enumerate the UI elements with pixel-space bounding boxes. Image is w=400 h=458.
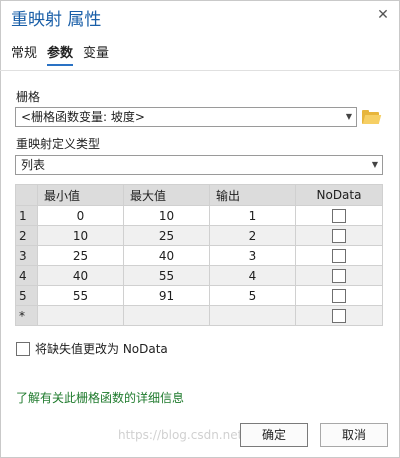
raster-combo-value: <栅格函数变量: 坡度> <box>21 110 145 124</box>
table-row: 4 40 55 4 <box>15 265 383 286</box>
cell-min[interactable]: 55 <box>37 285 124 306</box>
cell-output[interactable]: 3 <box>209 245 296 266</box>
row-header[interactable]: 3 <box>15 245 38 266</box>
row-header[interactable]: 4 <box>15 265 38 286</box>
nodata-checkbox[interactable] <box>332 228 346 243</box>
folder-open-icon[interactable] <box>362 110 382 124</box>
table-row: 1 0 10 1 <box>15 205 383 226</box>
missing-to-nodata-option[interactable]: 将缺失值更改为 NoData <box>16 340 168 357</box>
cell-max[interactable]: 55 <box>123 265 210 286</box>
table-corner <box>15 184 38 206</box>
missing-to-nodata-checkbox[interactable] <box>16 341 30 356</box>
table-header-row: 最小值 最大值 输出 NoData <box>15 184 383 206</box>
watermark-text: https://blog.csdn.net/... <box>118 428 258 442</box>
chevron-down-icon: ▼ <box>345 112 352 121</box>
cell-nodata <box>295 305 383 326</box>
help-link[interactable]: 了解有关此栅格函数的详细信息 <box>16 389 184 406</box>
new-row-marker[interactable]: * <box>15 305 38 326</box>
cell-output[interactable]: 2 <box>209 225 296 246</box>
cell-max[interactable]: 25 <box>123 225 210 246</box>
cell-nodata <box>295 245 383 266</box>
cell-max[interactable]: 40 <box>123 245 210 266</box>
remap-table: 最小值 最大值 输出 NoData 1 0 10 1 2 10 25 2 3 2… <box>15 184 383 326</box>
tab-general[interactable]: 常规 <box>11 42 37 65</box>
cell-min[interactable]: 10 <box>37 225 124 246</box>
cell-nodata <box>295 265 383 286</box>
cell-nodata <box>295 285 383 306</box>
tab-bar: 常规 参数 变量 <box>11 42 119 66</box>
chevron-down-icon: ▼ <box>371 160 378 169</box>
table-row: 3 25 40 3 <box>15 245 383 266</box>
tab-divider <box>0 70 400 71</box>
close-icon[interactable]: ✕ <box>374 6 392 24</box>
cell-min[interactable] <box>37 305 124 326</box>
row-header[interactable]: 2 <box>15 225 38 246</box>
row-header[interactable]: 5 <box>15 285 38 306</box>
nodata-checkbox[interactable] <box>332 268 346 283</box>
column-header-nodata[interactable]: NoData <box>295 184 383 206</box>
column-header-min[interactable]: 最小值 <box>37 184 124 206</box>
cell-max[interactable]: 91 <box>123 285 210 306</box>
cell-output[interactable]: 4 <box>209 265 296 286</box>
tab-variables[interactable]: 变量 <box>83 42 109 65</box>
cell-max[interactable] <box>123 305 210 326</box>
ok-button[interactable]: 确定 <box>240 423 308 447</box>
cell-max[interactable]: 10 <box>123 205 210 226</box>
cell-output[interactable]: 5 <box>209 285 296 306</box>
cell-output[interactable] <box>209 305 296 326</box>
cell-nodata <box>295 205 383 226</box>
column-header-max[interactable]: 最大值 <box>123 184 210 206</box>
raster-combo[interactable]: <栅格函数变量: 坡度> ▼ <box>15 107 357 127</box>
table-row: 5 55 91 5 <box>15 285 383 306</box>
nodata-checkbox[interactable] <box>332 308 346 323</box>
column-header-output[interactable]: 输出 <box>209 184 296 206</box>
nodata-checkbox[interactable] <box>332 248 346 263</box>
nodata-checkbox[interactable] <box>332 208 346 223</box>
table-new-row: * <box>15 305 383 326</box>
remap-type-combo[interactable]: 列表 ▼ <box>15 155 383 175</box>
cancel-button[interactable]: 取消 <box>320 423 388 447</box>
nodata-checkbox[interactable] <box>332 288 346 303</box>
cell-min[interactable]: 25 <box>37 245 124 266</box>
raster-label: 栅格 <box>16 90 41 104</box>
cell-min[interactable]: 40 <box>37 265 124 286</box>
cell-nodata <box>295 225 383 246</box>
remap-type-label: 重映射定义类型 <box>16 137 101 151</box>
dialog-title: 重映射 属性 <box>11 10 102 30</box>
remap-type-value: 列表 <box>21 158 46 172</box>
tab-parameters[interactable]: 参数 <box>47 42 74 66</box>
table-row: 2 10 25 2 <box>15 225 383 246</box>
cell-min[interactable]: 0 <box>37 205 124 226</box>
row-header[interactable]: 1 <box>15 205 38 226</box>
missing-to-nodata-label: 将缺失值更改为 NoData <box>35 342 168 356</box>
cell-output[interactable]: 1 <box>209 205 296 226</box>
